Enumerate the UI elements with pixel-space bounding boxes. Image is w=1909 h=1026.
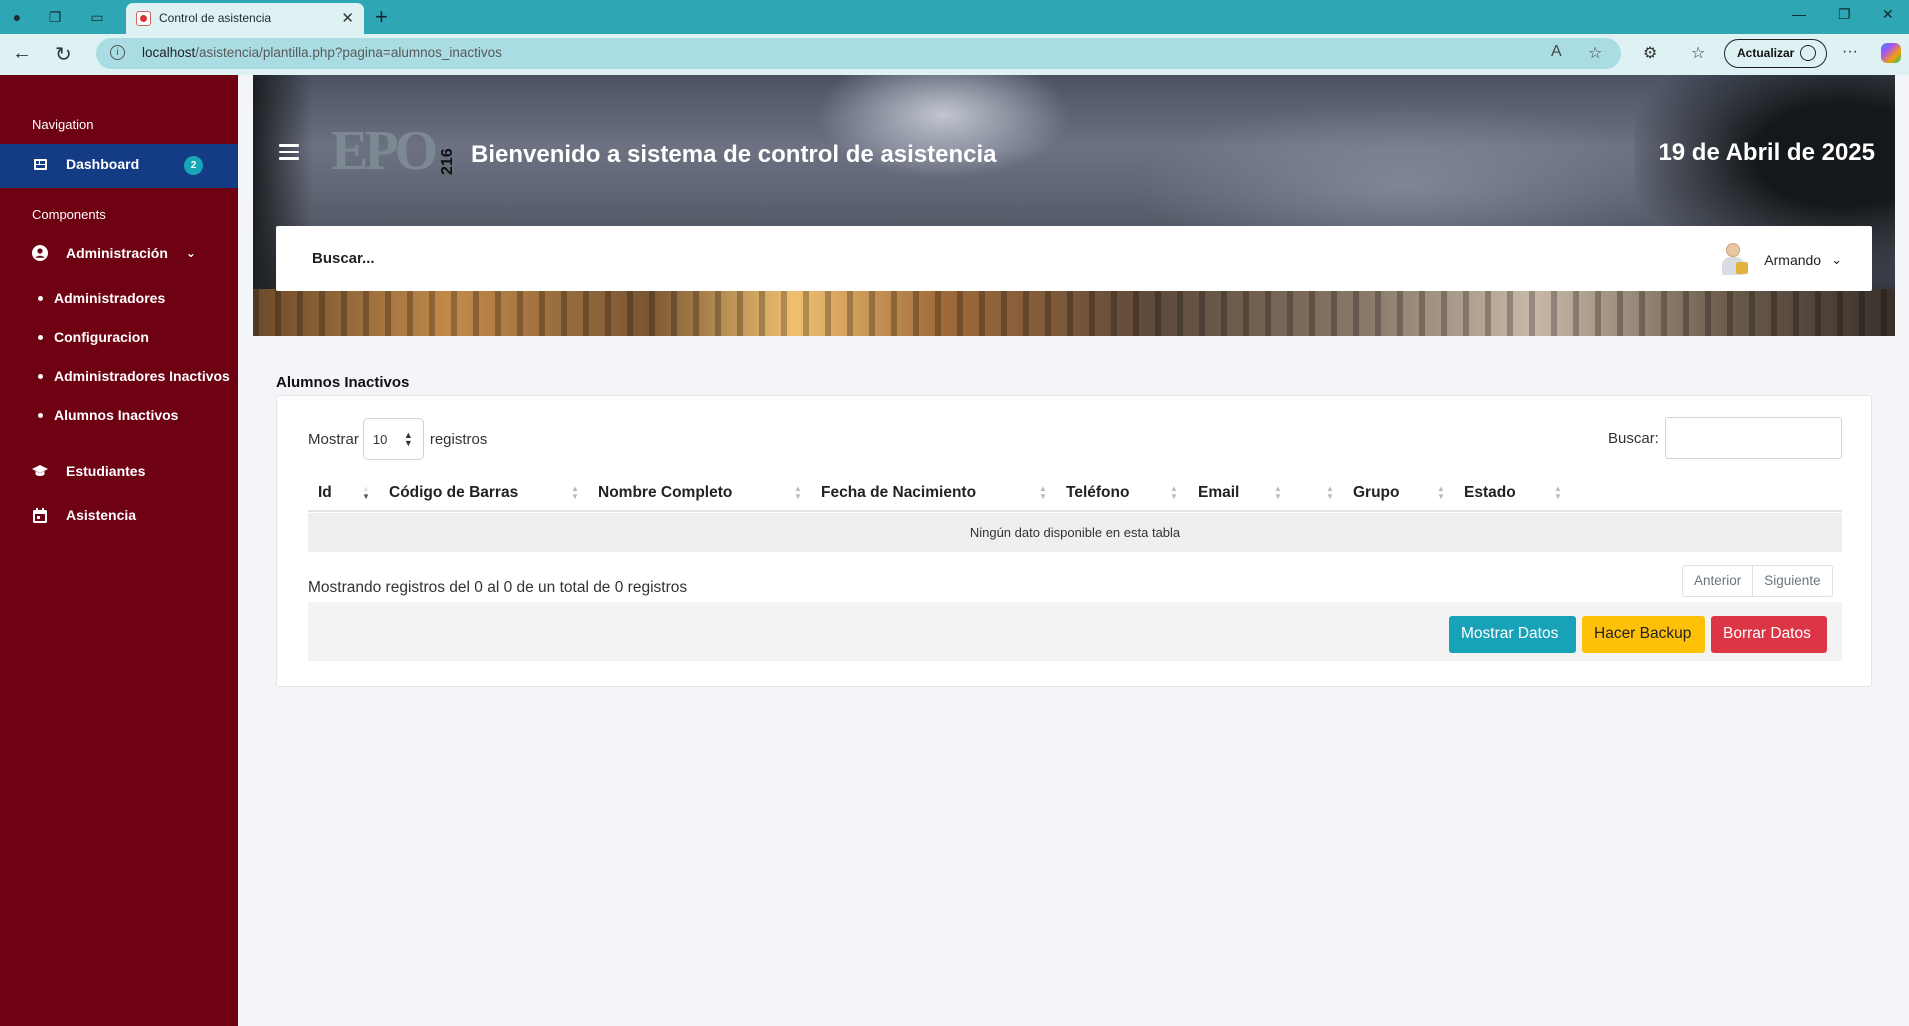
profile-icon[interactable]: ● — [8, 8, 26, 26]
column-header-estado[interactable]: Estado — [1464, 484, 1516, 502]
read-aloud-icon[interactable]: A — [1551, 43, 1562, 61]
length-select[interactable]: 10 ▲ ▼ — [362, 418, 424, 460]
sort-desc-icon[interactable]: ▲ ▼ — [362, 485, 370, 501]
url-field[interactable]: i localhost/asistencia/plantilla.php?pag… — [96, 38, 1621, 69]
borrar-datos-button[interactable]: Borrar Datos — [1711, 616, 1827, 653]
sort-icon[interactable]: ▲ ▼ — [571, 485, 579, 501]
sidebar-section-components: Components — [32, 207, 106, 222]
tab-actions-icon[interactable]: ▭ — [88, 8, 106, 26]
sidebar-item-label: Asistencia — [66, 507, 137, 523]
length-suffix: registros — [429, 430, 488, 448]
sort-icon[interactable]: ▲ ▼ — [1554, 485, 1562, 501]
banner-town-image — [253, 289, 1895, 336]
sidebar-item-dashboard-row[interactable]: Dashboard — [32, 156, 139, 172]
address-bar: ← ↻ i localhost/asistencia/plantilla.php… — [0, 34, 1909, 75]
graduation-cap-icon — [32, 463, 48, 479]
more-menu-icon[interactable]: ··· — [1842, 43, 1858, 61]
sort-icon[interactable]: ▲ ▼ — [1039, 485, 1047, 501]
sort-icon[interactable]: ▲ ▼ — [1274, 485, 1282, 501]
pagination-next-button[interactable]: Siguiente — [1752, 566, 1831, 596]
table-empty-row: Ningún dato disponible en esta tabla — [308, 513, 1842, 552]
browser-tab-bar: ● ❐ ▭ Control de asistencia ✕ + — ❐ ✕ — [0, 0, 1909, 34]
sidebar: Navigation Dashboard 2 Components Admini… — [0, 75, 238, 1026]
workspaces-icon[interactable]: ❐ — [46, 8, 64, 26]
menu-toggle-icon[interactable] — [279, 144, 299, 164]
table-header: Id ▲ ▼ Código de Barras ▲ ▼ Nombre Complet… — [308, 478, 1842, 512]
update-button[interactable]: Actualizar — [1724, 39, 1827, 68]
length-control: Mostrar 10 ▲ ▼ registros — [308, 418, 487, 460]
header-date: 19 de Abril de 2025 — [1658, 139, 1875, 166]
sidebar-subitem-administradores-inactivos[interactable]: Administradores Inactivos — [38, 368, 230, 384]
sort-icon[interactable]: ▲ ▼ — [1437, 485, 1445, 501]
window-close-icon[interactable]: ✕ — [1882, 6, 1894, 23]
column-header-codigo[interactable]: Código de Barras — [389, 484, 518, 502]
chevron-down-icon: ⌄ — [1831, 252, 1842, 267]
sort-icon[interactable]: ▲ ▼ — [794, 485, 802, 501]
tab-favicon-icon — [136, 11, 151, 26]
sidebar-item-administracion[interactable]: Administración ⌄ — [32, 245, 196, 261]
top-search-bar: Buscar... Armando ⌄ — [276, 226, 1872, 291]
sidebar-section-navigation: Navigation — [32, 117, 94, 132]
table-info: Mostrando registros del 0 al 0 de un tot… — [308, 579, 688, 596]
sort-icon[interactable]: ▲ ▼ — [1326, 485, 1334, 501]
page-title: Alumnos Inactivos — [276, 374, 410, 391]
back-icon[interactable]: ← — [12, 42, 32, 65]
site-info-icon[interactable]: i — [110, 45, 125, 60]
column-header-grupo[interactable]: Grupo — [1353, 484, 1400, 502]
user-avatar-icon — [1720, 243, 1750, 277]
sort-icon[interactable]: ▲ ▼ — [1170, 485, 1178, 501]
sidebar-subitem-administradores[interactable]: Administradores — [38, 290, 165, 306]
favorite-star-icon[interactable]: ☆ — [1588, 43, 1602, 63]
copilot-icon[interactable] — [1881, 43, 1901, 63]
sidebar-item-asistencia[interactable]: Asistencia — [32, 507, 136, 523]
hacer-backup-button[interactable]: Hacer Backup — [1582, 616, 1705, 653]
column-header-fecha[interactable]: Fecha de Nacimiento — [821, 484, 976, 502]
table-search-label: Buscar: — [1608, 430, 1659, 447]
refresh-icon[interactable]: ↻ — [55, 42, 72, 67]
sidebar-item-label: Estudiantes — [66, 463, 146, 479]
favorites-icon[interactable]: ☆ — [1691, 43, 1705, 63]
table-card: Mostrar 10 ▲ ▼ registros Buscar: Id ▲ ▼ Có… — [276, 395, 1872, 687]
user-menu[interactable]: Armando ⌄ — [1720, 243, 1842, 277]
url-text: localhost/asistencia/plantilla.php?pagin… — [142, 45, 502, 60]
new-tab-icon[interactable]: + — [375, 4, 388, 30]
table-search-input[interactable] — [1665, 417, 1842, 459]
welcome-title: Bienvenido a sistema de control de asist… — [471, 141, 997, 168]
sidebar-item-label: Dashboard — [66, 156, 140, 172]
sidebar-item-estudiantes[interactable]: Estudiantes — [32, 463, 145, 479]
tab-title: Control de asistencia — [159, 11, 272, 25]
pagination-prev-button[interactable]: Anterior — [1683, 566, 1752, 596]
minimize-icon[interactable]: — — [1792, 6, 1806, 22]
length-prefix: Mostrar — [308, 430, 359, 448]
column-header-telefono[interactable]: Teléfono — [1066, 484, 1129, 502]
sidebar-subitem-alumnos-inactivos[interactable]: Alumnos Inactivos — [38, 407, 178, 423]
calendar-icon — [32, 507, 48, 523]
user-circle-icon — [32, 245, 48, 261]
column-header-id[interactable]: Id — [318, 484, 332, 502]
dashboard-icon — [32, 156, 48, 172]
column-header-nombre[interactable]: Nombre Completo — [598, 484, 732, 502]
mostrar-datos-button[interactable]: Mostrar Datos — [1449, 616, 1576, 653]
global-search-input[interactable]: Buscar... — [312, 250, 375, 267]
chevron-down-icon: ⌄ — [185, 246, 196, 260]
user-name: Armando — [1764, 252, 1822, 268]
update-icon — [1800, 45, 1816, 61]
header-banner: EPO 216 Bienvenido a sistema de control … — [253, 75, 1895, 336]
sidebar-item-label: Administración — [66, 245, 168, 261]
select-arrows-icon: ▲ ▼ — [403, 430, 413, 448]
action-bar: Mostrar Datos Hacer Backup Borrar Datos — [308, 602, 1842, 661]
extensions-icon[interactable]: ⚙ — [1643, 43, 1657, 63]
dashboard-badge: 2 — [184, 156, 203, 175]
tab-close-icon[interactable]: ✕ — [341, 9, 354, 27]
sidebar-subitem-configuracion[interactable]: Configuracion — [38, 329, 149, 345]
school-logo: EPO 216 — [331, 120, 456, 182]
browser-tab[interactable]: Control de asistencia ✕ — [126, 3, 364, 34]
column-header-email[interactable]: Email — [1198, 484, 1239, 502]
pagination: Anterior Siguiente — [1682, 565, 1833, 597]
maximize-icon[interactable]: ❐ — [1838, 6, 1851, 23]
